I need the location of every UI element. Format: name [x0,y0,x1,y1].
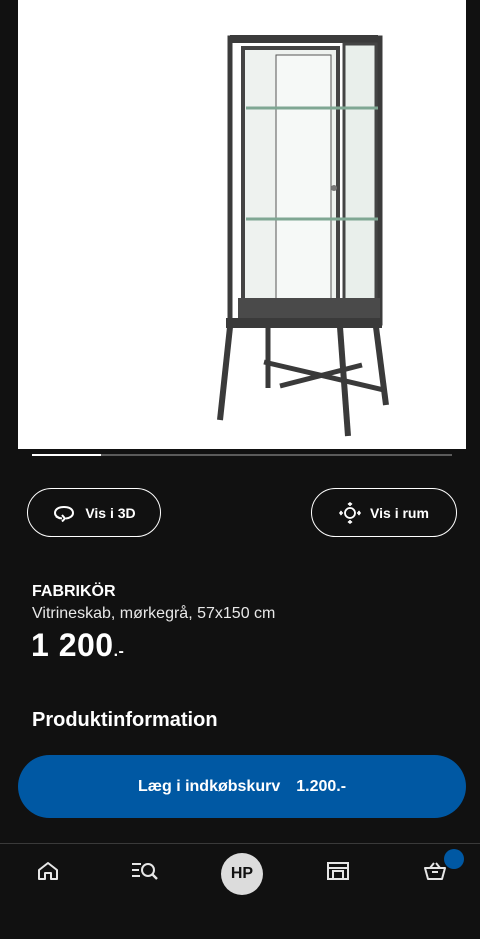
ar-cube-icon [339,501,362,524]
product-image[interactable] [18,0,466,449]
home-icon [37,861,59,886]
price-main: 1 200 [31,627,114,663]
price-suffix: .- [113,643,125,660]
nav-search[interactable] [125,856,165,890]
product-description: Vitrineskab, mørkegrå, 57x150 cm [32,605,276,622]
carousel-progress [32,454,102,456]
add-to-cart-price: 1.200.- [296,777,347,795]
cabinet-illustration [217,35,389,437]
product-information-heading[interactable]: Produktinformation [32,709,218,732]
cart-badge [444,849,464,869]
bottom-navigation: HP [0,843,480,939]
view-3d-button[interactable]: Vis i 3D [27,488,161,537]
product-price: 1 200.- [31,627,124,664]
add-to-cart-button[interactable]: Læg i indkøbskurv 1.200.- [18,755,466,818]
view-in-room-button[interactable]: Vis i rum [311,488,457,537]
carousel-indicator [32,454,452,456]
search-icon [131,861,159,886]
rotate-3d-icon [52,504,76,522]
view-in-room-label: Vis i rum [370,504,429,521]
store-icon [326,861,350,886]
view-3d-label: Vis i 3D [85,504,136,521]
product-name: FABRIKÖR [32,583,116,600]
nav-store[interactable] [318,856,358,890]
nav-profile-avatar[interactable]: HP [221,853,263,895]
cart-icon [423,861,447,886]
nav-home[interactable] [28,856,68,890]
add-to-cart-label: Læg i indkøbskurv [137,777,281,795]
